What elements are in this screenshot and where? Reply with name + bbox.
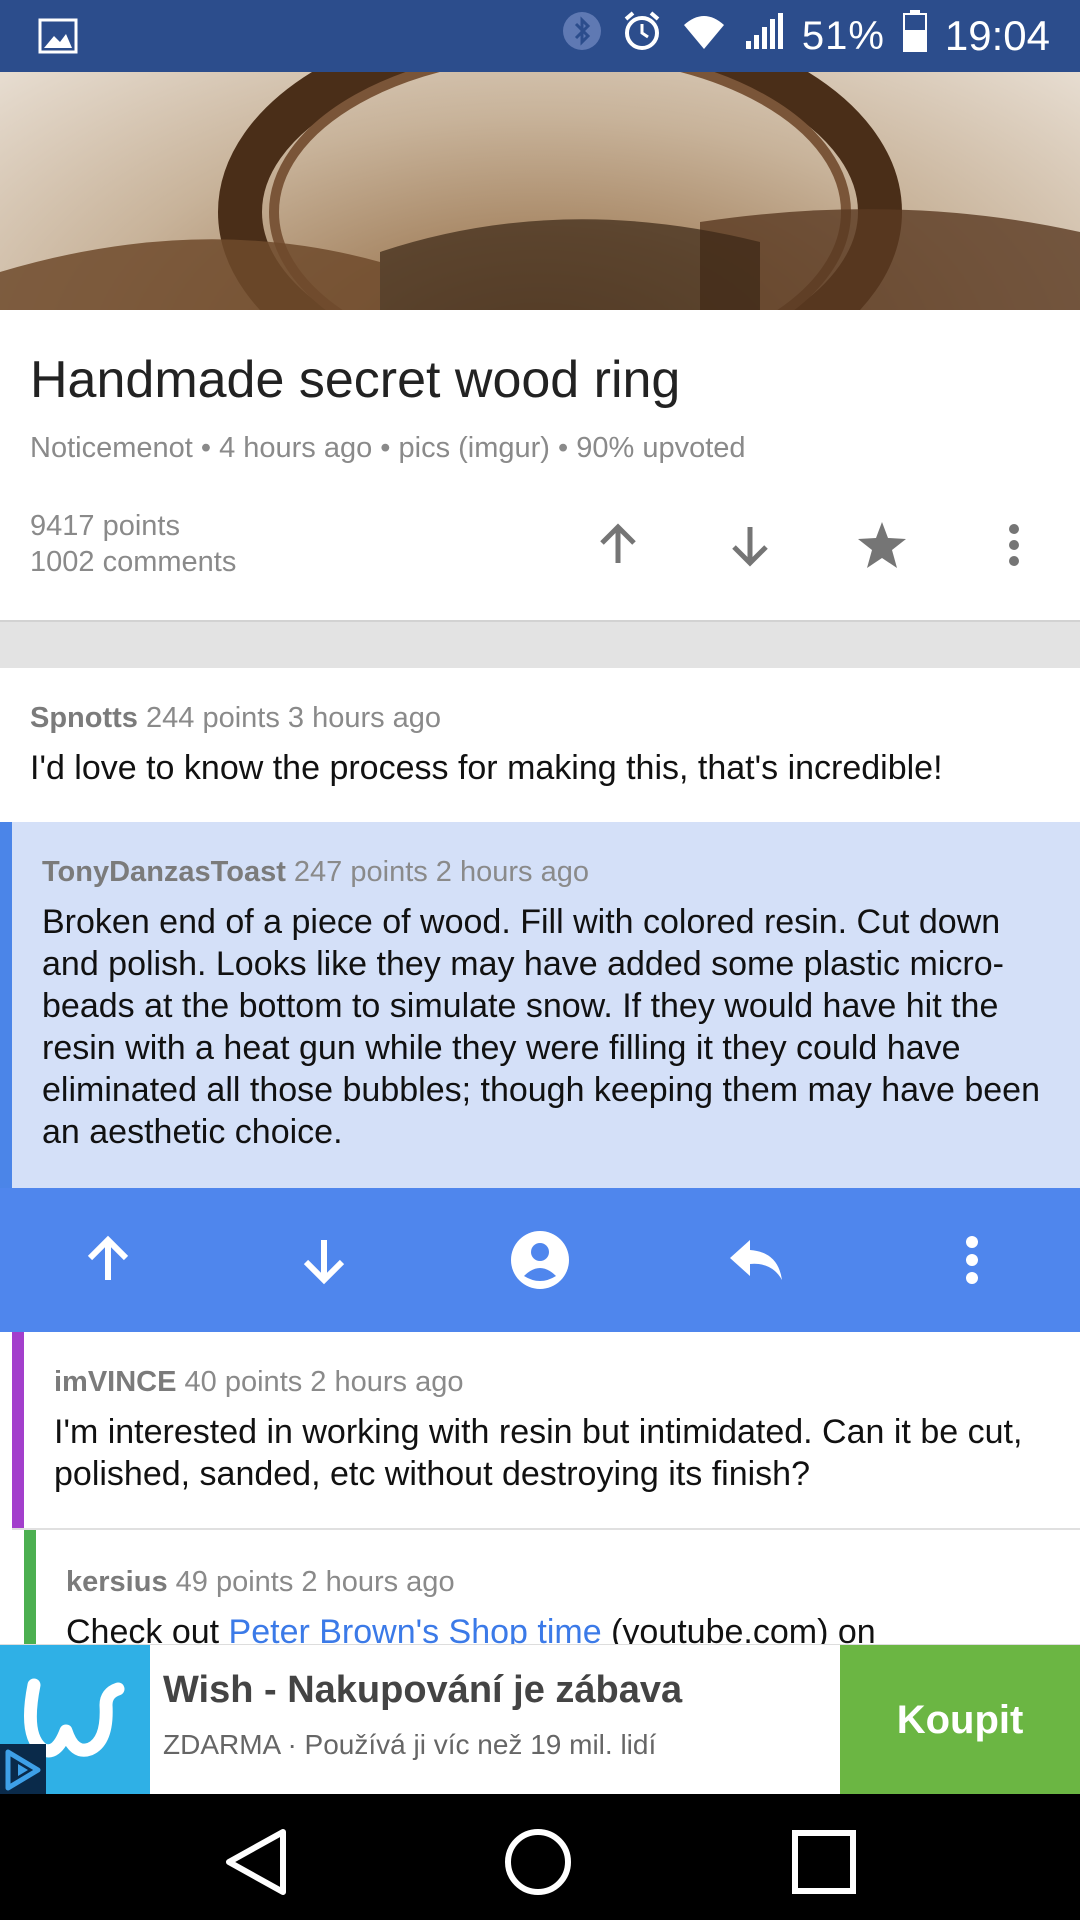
comment-downvote-icon[interactable]: [294, 1230, 354, 1290]
comment-upvote-icon[interactable]: [78, 1230, 138, 1290]
post-meta: Noticemenot • 4 hours ago • pics (imgur)…: [30, 432, 746, 464]
user-profile-icon[interactable]: [510, 1230, 570, 1290]
comment-info: 49 points 2 hours ago: [175, 1566, 455, 1598]
comment-more-icon[interactable]: [942, 1230, 1002, 1290]
comment-info: 244 points 3 hours ago: [146, 702, 442, 734]
status-bar: 51% 19:04: [0, 0, 1080, 72]
comment-body: I'd love to know the process for making …: [30, 749, 943, 787]
section-divider: [0, 620, 1080, 668]
alarm-icon: [620, 9, 664, 63]
navigation-bar: [0, 1794, 1080, 1920]
post-comment-count: 1002 comments: [30, 546, 237, 578]
battery-percent: 51%: [801, 13, 885, 58]
comment-info: 40 points 2 hours ago: [184, 1366, 464, 1398]
comment-meta: imVINCE 40 points 2 hours ago: [54, 1366, 1050, 1399]
home-icon[interactable]: [498, 1822, 578, 1902]
thread-depth-bar: [24, 1530, 36, 1650]
post-header: Handmade secret wood ring Noticemenot • …: [0, 310, 1080, 620]
comment-meta: kersius 49 points 2 hours ago: [66, 1566, 1050, 1599]
comment-selected[interactable]: TonyDanzasToast 247 points 2 hours ago B…: [0, 822, 1080, 1188]
thread-depth-bar: [12, 1332, 24, 1528]
post-points: 9417 points: [30, 510, 180, 542]
comment-meta: Spnotts 244 points 3 hours ago: [30, 702, 1050, 735]
comment[interactable]: kersius 49 points 2 hours ago Check out …: [24, 1530, 1080, 1650]
comment[interactable]: imVINCE 40 points 2 hours ago I'm intere…: [12, 1332, 1080, 1530]
comment-author[interactable]: imVINCE: [54, 1366, 176, 1398]
post-title[interactable]: Handmade secret wood ring: [30, 350, 680, 410]
recents-icon[interactable]: [784, 1822, 864, 1902]
reply-icon[interactable]: [726, 1230, 786, 1290]
adchoices-icon[interactable]: [0, 1744, 46, 1794]
comment-author[interactable]: kersius: [66, 1566, 168, 1598]
downvote-icon[interactable]: [720, 515, 780, 575]
wifi-icon: [682, 11, 726, 61]
upvote-icon[interactable]: [588, 515, 648, 575]
comment-meta: TonyDanzasToast 247 points 2 hours ago: [42, 856, 1050, 889]
comment-body: I'm interested in working with resin but…: [54, 1413, 1023, 1493]
post-actions: [540, 510, 1080, 580]
comment-action-bar: [0, 1188, 1080, 1332]
post-stats: 9417 points 1002 comments: [30, 508, 236, 580]
battery-icon: [902, 10, 927, 62]
save-star-icon[interactable]: [852, 515, 912, 575]
clock: 19:04: [944, 12, 1050, 59]
comment-author[interactable]: Spnotts: [30, 702, 138, 734]
ad-subtitle: ZDARMA · Používá ji víc než 19 mil. lidí: [163, 1729, 657, 1760]
bluetooth-icon: [562, 11, 602, 61]
image-notification-icon: [38, 18, 78, 54]
ad-banner[interactable]: Wish - Nakupování je zábava ZDARMA · Pou…: [0, 1644, 1080, 1795]
comment-author[interactable]: TonyDanzasToast: [42, 856, 286, 888]
thread-depth-bar: [0, 822, 12, 1188]
comment-info: 247 points 2 hours ago: [293, 856, 589, 888]
more-options-icon[interactable]: [984, 515, 1044, 575]
comment[interactable]: Spnotts 244 points 3 hours ago I'd love …: [0, 668, 1080, 822]
post-image[interactable]: [0, 72, 1080, 310]
ad-buy-button[interactable]: Koupit: [840, 1645, 1080, 1795]
back-icon[interactable]: [216, 1822, 296, 1902]
signal-icon: [744, 11, 784, 61]
ad-title: Wish - Nakupování je zábava: [163, 1669, 683, 1711]
comment-body: Broken end of a piece of wood. Fill with…: [42, 903, 1041, 1151]
